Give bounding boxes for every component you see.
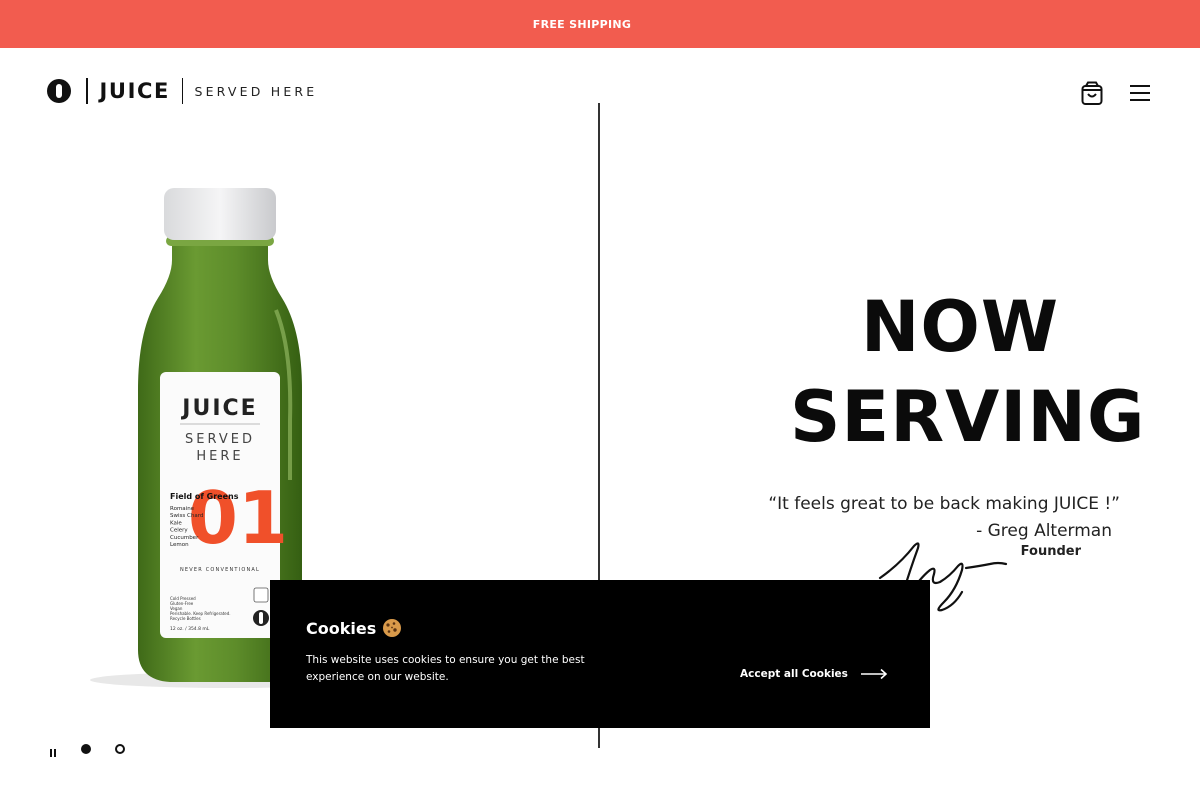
bottle-tagline-2: HERE [196, 449, 243, 464]
cookie-banner-text: This website uses cookies to ensure you … [306, 654, 585, 683]
logo-wordmark: JUICE [99, 79, 170, 103]
cookie-icon [383, 619, 402, 637]
shopping-bag-icon [1081, 81, 1103, 105]
bottle-ingredient: Romaine [170, 506, 195, 512]
logo-divider [181, 78, 184, 104]
slideshow-pause-button[interactable] [48, 744, 58, 757]
slide-indicator-2[interactable] [115, 744, 125, 754]
logo-divider [86, 78, 88, 104]
menu-button[interactable] [1128, 82, 1152, 104]
site-logo[interactable]: JUICE SERVED HERE [47, 77, 317, 105]
page: FREE SHIPPING JUICE SERVED HERE JUICE SE… [0, 0, 1200, 800]
logo-tagline: SERVED HERE [194, 83, 318, 99]
bottle-brand: JUICE [180, 396, 257, 421]
bottle-ingredient: Swiss Chard [170, 513, 203, 519]
bottle-ingredient: Celery [170, 528, 188, 534]
logo-mark-icon [47, 79, 71, 103]
hero-heading-line-2: SERVING [790, 376, 1146, 458]
arrow-right-icon [860, 668, 888, 680]
bottle-product-name: Field of Greens [170, 492, 239, 501]
bottle-tagline-1: SERVED [185, 432, 255, 447]
bottle-volume: 12 oz. / 354.8 mL [170, 626, 210, 632]
hero-heading-line-1: NOW [860, 286, 1060, 368]
bottle-ingredient: Cucumber [170, 535, 199, 541]
accept-cookies-button[interactable]: Accept all Cookies [740, 668, 888, 680]
bottle-ingredient: Kale [170, 520, 182, 526]
hero-heading: NOW SERVING [790, 282, 1146, 462]
cookie-banner-title: Cookies [306, 618, 402, 638]
bottle-ingredient: Lemon [170, 542, 189, 548]
bottle-note: Recycle Bottles [170, 616, 201, 621]
cart-button[interactable] [1080, 80, 1104, 106]
cookie-consent-banner: Cookies This website uses cookies to ens… [270, 580, 930, 728]
pause-icon [50, 749, 56, 757]
promo-banner: FREE SHIPPING [0, 0, 1200, 48]
founder-quote: “It feels great to be back making JUICE … [768, 494, 1120, 514]
promo-banner-text: FREE SHIPPING [532, 17, 632, 31]
hamburger-menu-icon [1130, 85, 1150, 101]
accept-cookies-label: Accept all Cookies [740, 668, 848, 680]
slide-indicator-1-active[interactable] [81, 744, 91, 754]
cookie-title-text: Cookies [306, 618, 377, 638]
bottle-motto: NEVER CONVENTIONAL [180, 567, 260, 573]
